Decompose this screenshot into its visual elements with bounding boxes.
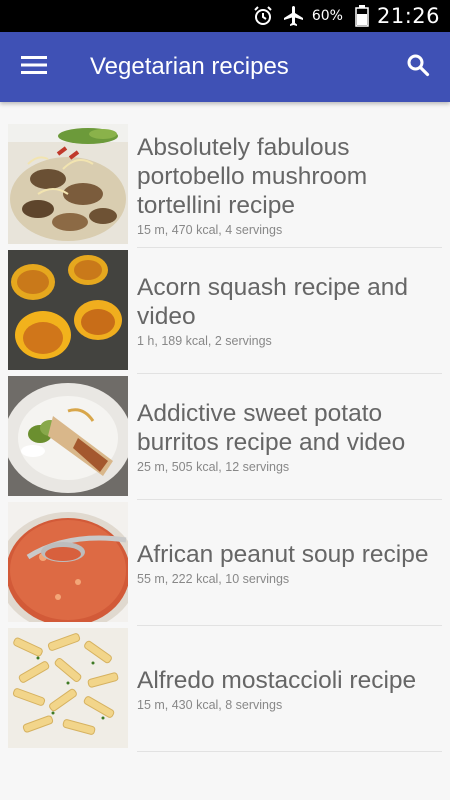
recipe-item-alfredo-mostaccioli[interactable]: Alfredo mostaccioli recipe 15 m, 430 kca…: [0, 626, 450, 752]
search-button[interactable]: [400, 49, 436, 85]
page-title: Vegetarian recipes: [90, 53, 289, 80]
peanut-soup-photo: [8, 502, 128, 622]
sweet-potato-burrito-photo: [8, 376, 128, 496]
recipe-item-sweet-potato-burritos[interactable]: Addictive sweet potato burritos recipe a…: [0, 374, 450, 500]
recipe-title: Alfredo mostaccioli recipe: [137, 666, 417, 694]
airplane-mode-icon: [282, 4, 306, 28]
recipe-item-african-peanut-soup[interactable]: African peanut soup recipe 55 m, 222 kca…: [0, 500, 450, 626]
status-bar: 60% 21:26: [0, 0, 450, 32]
recipe-list: Absolutely fabulous portobello mushroom …: [0, 122, 450, 752]
recipe-title: Acorn squash recipe and video: [137, 274, 409, 330]
recipe-item-portobello-tortellini[interactable]: Absolutely fabulous portobello mushroom …: [0, 122, 450, 248]
mostaccioli-pasta-photo: [8, 628, 128, 748]
menu-button[interactable]: [16, 49, 52, 85]
recipe-meta: 15 m, 470 kcal, 4 servings: [137, 222, 283, 237]
recipe-meta: 55 m, 222 kcal, 10 servings: [137, 571, 290, 586]
battery-percent: 60%: [311, 8, 343, 24]
mushroom-tortellini-photo: [8, 124, 128, 244]
recipe-title: Addictive sweet potato burritos recipe a…: [137, 400, 406, 456]
app-bar: Vegetarian recipes: [0, 32, 450, 102]
alarm-icon: [252, 5, 274, 27]
recipe-meta: 15 m, 430 kcal, 8 servings: [137, 697, 283, 712]
acorn-squash-photo: [8, 250, 128, 370]
recipe-meta: 25 m, 505 kcal, 12 servings: [137, 460, 290, 474]
hamburger-menu-icon: [21, 55, 47, 79]
recipe-title: Absolutely fabulous portobello mushroom …: [137, 133, 368, 219]
status-clock: 21:26: [376, 4, 440, 28]
recipe-title: African peanut soup recipe: [137, 540, 429, 568]
search-icon: [406, 53, 430, 81]
recipe-meta: 1 h, 189 kcal, 2 servings: [137, 334, 272, 348]
recipe-item-acorn-squash[interactable]: Acorn squash recipe and video 1 h, 189 k…: [0, 248, 450, 374]
battery-icon: [355, 5, 369, 27]
